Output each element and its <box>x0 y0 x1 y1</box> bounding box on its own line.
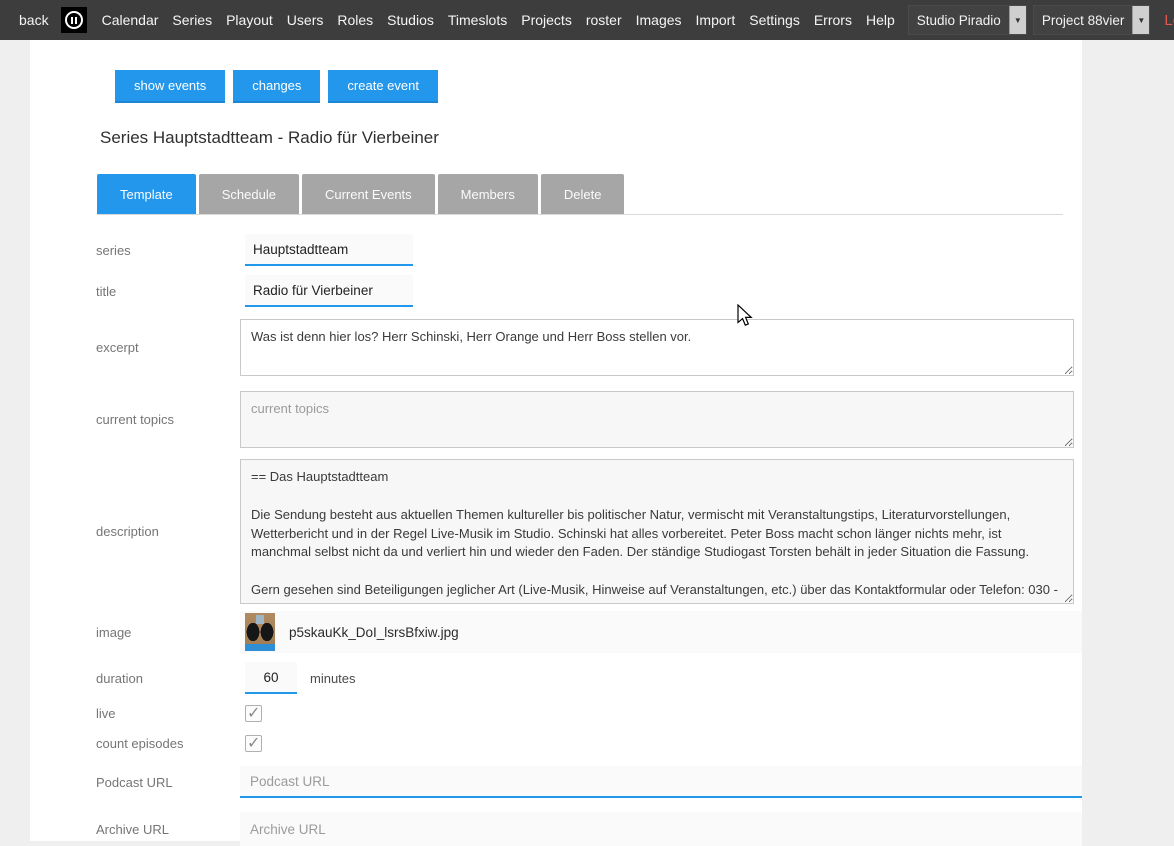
nav-item-images[interactable]: Images <box>629 12 689 28</box>
current-topics-field-row: current topics <box>96 391 1082 448</box>
duration-field-row: duration minutes <box>96 662 1082 694</box>
studio-select[interactable]: Studio Piradio ▼ <box>908 5 1027 35</box>
series-image-thumbnail[interactable] <box>245 613 275 651</box>
image-filename[interactable]: p5skauKk_DoI_lsrsBfxiw.jpg <box>289 625 459 640</box>
page-title: Series Hauptstadtteam - Radio für Vierbe… <box>100 128 1082 148</box>
count-episodes-checkbox[interactable] <box>245 735 262 752</box>
top-nav-bar: back Calendar Series Playout Users Roles… <box>0 0 1174 40</box>
studio-select-value: Studio Piradio <box>909 6 1009 34</box>
nav-item-studios[interactable]: Studios <box>380 12 441 28</box>
chevron-down-icon: ▼ <box>1009 6 1026 34</box>
nav-item-timeslots[interactable]: Timeslots <box>441 12 514 28</box>
title-field-row: title <box>96 275 1082 307</box>
live-field-row: live <box>96 705 1082 722</box>
project-select-value: Project 88vier <box>1034 6 1133 34</box>
series-input[interactable] <box>245 234 413 266</box>
nav-item-settings[interactable]: Settings <box>742 12 807 28</box>
nav-item-playout[interactable]: Playout <box>219 12 280 28</box>
nav-item-projects[interactable]: Projects <box>514 12 579 28</box>
piradio-logo-icon[interactable] <box>61 7 87 33</box>
title-input[interactable] <box>245 275 413 307</box>
project-select[interactable]: Project 88vier ▼ <box>1033 5 1151 35</box>
nav-item-import[interactable]: Import <box>689 12 743 28</box>
image-field-row: image p5skauKk_DoI_lsrsBfxiw.jpg <box>96 611 1082 653</box>
tab-members[interactable]: Members <box>438 174 538 214</box>
duration-input[interactable] <box>245 662 297 694</box>
count-episodes-field-row: count episodes <box>96 735 1082 752</box>
podcast-url-field-label: Podcast URL <box>96 775 240 790</box>
nav-item-errors[interactable]: Errors <box>807 12 859 28</box>
nav-back-link[interactable]: back <box>12 12 59 28</box>
pause-circle-icon <box>65 11 83 29</box>
duration-field-label: duration <box>96 671 240 686</box>
logout-link[interactable]: Logout <box>1150 12 1174 29</box>
main-panel: show events changes create event Series … <box>30 40 1082 841</box>
description-textarea[interactable]: == Das Hauptstadtteam Die Sendung besteh… <box>240 459 1074 604</box>
show-events-button[interactable]: show events <box>115 70 225 103</box>
nav-item-roster[interactable]: roster <box>579 12 629 28</box>
chevron-down-icon: ▼ <box>1132 6 1149 34</box>
nav-item-help[interactable]: Help <box>859 12 902 28</box>
description-field-label: description <box>96 524 240 539</box>
series-field-row: series <box>96 234 1082 266</box>
series-field-label: series <box>96 243 240 258</box>
nav-item-roles[interactable]: Roles <box>330 12 380 28</box>
count-episodes-field-label: count episodes <box>96 736 240 751</box>
live-field-label: live <box>96 706 240 721</box>
current-topics-field-label: current topics <box>96 412 240 427</box>
podcast-url-field-row: Podcast URL <box>96 766 1082 798</box>
excerpt-field-label: excerpt <box>96 340 240 355</box>
excerpt-field-row: excerpt Was ist denn hier los? Herr Schi… <box>96 319 1082 376</box>
create-event-button[interactable]: create event <box>328 70 438 103</box>
duration-unit-label: minutes <box>310 671 356 686</box>
nav-item-series[interactable]: Series <box>165 12 219 28</box>
excerpt-textarea[interactable]: Was ist denn hier los? Herr Schinski, He… <box>240 319 1074 376</box>
changes-button[interactable]: changes <box>233 70 320 103</box>
series-toolbar: show events changes create event <box>115 70 1082 103</box>
image-field-label: image <box>96 625 240 640</box>
live-checkbox[interactable] <box>245 705 262 722</box>
title-field-label: title <box>96 284 240 299</box>
description-field-row: description == Das Hauptstadtteam Die Se… <box>96 459 1082 604</box>
tab-template[interactable]: Template <box>97 174 196 214</box>
tab-bar: Template Schedule Current Events Members… <box>97 174 1063 215</box>
podcast-url-input[interactable] <box>240 766 1082 798</box>
nav-item-calendar[interactable]: Calendar <box>95 12 166 28</box>
nav-item-users[interactable]: Users <box>280 12 331 28</box>
tab-schedule[interactable]: Schedule <box>199 174 299 214</box>
tab-current-events[interactable]: Current Events <box>302 174 435 214</box>
tab-delete[interactable]: Delete <box>541 174 625 214</box>
current-topics-textarea[interactable] <box>240 391 1074 448</box>
image-value-box: p5skauKk_DoI_lsrsBfxiw.jpg <box>240 611 1082 653</box>
archive-url-field-label: Archive URL <box>96 822 240 837</box>
template-form: series title excerpt Was ist denn hier l… <box>30 234 1082 846</box>
